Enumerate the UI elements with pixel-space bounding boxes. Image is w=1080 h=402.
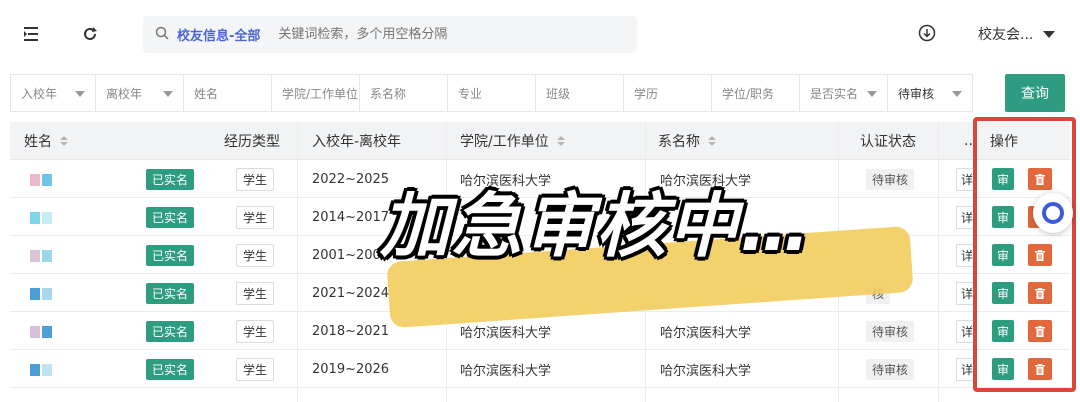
filter-label: 离校年	[106, 86, 143, 101]
filter-select[interactable]: 待审核	[887, 74, 973, 112]
user-name: 校友会...	[978, 27, 1034, 43]
col-header-more: ..	[964, 133, 973, 149]
column-divider	[297, 122, 298, 402]
exp-type-tag: 学生	[236, 205, 275, 229]
avatar	[42, 250, 52, 262]
verified-badge: 已实名	[146, 244, 195, 266]
filter-label: 是否实名	[810, 86, 859, 101]
table-header: 姓名 经历类型 入校年-离校年 学院/工作单位 系名称 认证状态 .. 操作	[10, 122, 1070, 160]
sort-icon[interactable]	[708, 136, 716, 146]
filter-label: 班级	[546, 86, 571, 101]
status-badge: 待审核	[866, 358, 915, 380]
filter-select[interactable]: 是否实名	[799, 74, 888, 112]
filter-input[interactable]: 学历	[623, 74, 712, 112]
assistant-float-icon[interactable]	[1033, 193, 1073, 233]
dept-cell: 哈尔滨医科大学	[660, 363, 752, 379]
exp-type-tag: 学生	[236, 167, 275, 191]
years-cell: 2019~2026	[312, 361, 390, 377]
col-header-status: 认证状态	[860, 134, 916, 150]
verified-badge: 已实名	[146, 320, 195, 342]
avatar	[30, 250, 40, 262]
filter-label: 专业	[458, 86, 483, 101]
years-cell: 2001~2003	[312, 247, 390, 263]
filter-label: 学位/职务	[722, 86, 775, 101]
chevron-down-icon	[1043, 30, 1056, 38]
filter-label: 待审核	[898, 86, 935, 101]
caret-down-icon	[163, 91, 173, 97]
filter-input[interactable]: 姓名	[183, 74, 272, 112]
verified-badge: 已实名	[146, 206, 195, 228]
caret-down-icon	[867, 91, 877, 97]
actions-highlight-box	[973, 117, 1076, 392]
sort-icon[interactable]	[556, 136, 565, 146]
avatar	[42, 174, 52, 186]
college-cell: 哈尔滨医科大学	[460, 363, 552, 379]
refresh-icon[interactable]	[78, 22, 102, 46]
sort-icon[interactable]	[60, 136, 68, 146]
avatar	[30, 212, 40, 224]
caret-down-icon	[952, 91, 962, 97]
filter-input[interactable]: 专业	[447, 74, 536, 112]
download-icon[interactable]	[918, 24, 936, 46]
table-row: 已实名 学生 2019~2026 哈尔滨医科大学 哈尔滨医科大学 待审核详审	[10, 350, 1070, 388]
filter-select[interactable]: 入校年	[10, 74, 96, 112]
avatar	[42, 364, 52, 376]
years-cell: 2014~2017	[312, 209, 390, 225]
col-header-dept[interactable]: 系名称	[658, 122, 716, 160]
dept-cell: 哈尔滨医科大学	[660, 325, 752, 341]
avatar	[42, 212, 52, 224]
menu-collapse-icon[interactable]	[20, 22, 44, 46]
caret-down-icon	[75, 91, 85, 97]
user-menu[interactable]: 校友会...	[978, 24, 1056, 44]
verified-badge: 已实名	[146, 168, 195, 190]
avatar	[30, 174, 40, 186]
exp-type-tag: 学生	[236, 319, 275, 343]
avatar	[30, 326, 40, 338]
years-cell: 2022~2025	[312, 171, 390, 187]
filter-input[interactable]: 系名称	[359, 74, 448, 112]
exp-type-tag: 学生	[236, 281, 275, 305]
column-divider	[938, 122, 939, 402]
col-header-name[interactable]: 姓名	[24, 122, 68, 160]
filter-input[interactable]: 班级	[535, 74, 624, 112]
avatar	[42, 326, 52, 338]
filter-select[interactable]: 离校年	[95, 74, 184, 112]
status-badge: 待审核	[866, 320, 915, 342]
years-cell: 2021~2024	[312, 285, 390, 301]
status-badge: 待审核	[866, 168, 915, 190]
years-cell: 2018~2021	[312, 323, 390, 339]
verified-badge: 已实名	[146, 358, 195, 380]
filter-label: 姓名	[194, 86, 219, 101]
search-icon	[155, 26, 169, 44]
exp-type-tag: 学生	[236, 357, 275, 381]
search-bar[interactable]: 校友信息-全部	[143, 16, 637, 53]
verified-badge: 已实名	[146, 282, 195, 304]
filter-label: 学院/工作单位	[282, 86, 359, 101]
filter-label: 系名称	[370, 86, 407, 101]
filter-label: 学历	[634, 86, 659, 101]
col-header-years: 入校年-离校年	[312, 134, 402, 150]
col-header-exp-type: 经历类型	[224, 134, 280, 150]
filter-input[interactable]: 学位/职务	[711, 74, 800, 112]
exp-type-tag: 学生	[236, 243, 275, 267]
filter-input[interactable]: 学院/工作单位	[271, 74, 360, 112]
search-scope[interactable]: 校友信息-全部	[177, 25, 260, 44]
query-button[interactable]: 查询	[1005, 74, 1065, 112]
filter-bar: 入校年 离校年 姓名 学院/工作单位 系名称 专业 班级 学历 学位/职务 是否实名 待审核	[10, 74, 973, 112]
top-bar: 校友信息-全部 校友会...	[0, 0, 1080, 72]
search-input[interactable]	[278, 27, 579, 42]
avatar	[30, 364, 40, 376]
avatar	[42, 288, 52, 300]
avatar	[30, 288, 40, 300]
overlay-caption: 加急审核中…	[380, 185, 812, 267]
filter-label: 入校年	[21, 86, 58, 101]
col-header-college[interactable]: 学院/工作单位	[460, 122, 565, 160]
